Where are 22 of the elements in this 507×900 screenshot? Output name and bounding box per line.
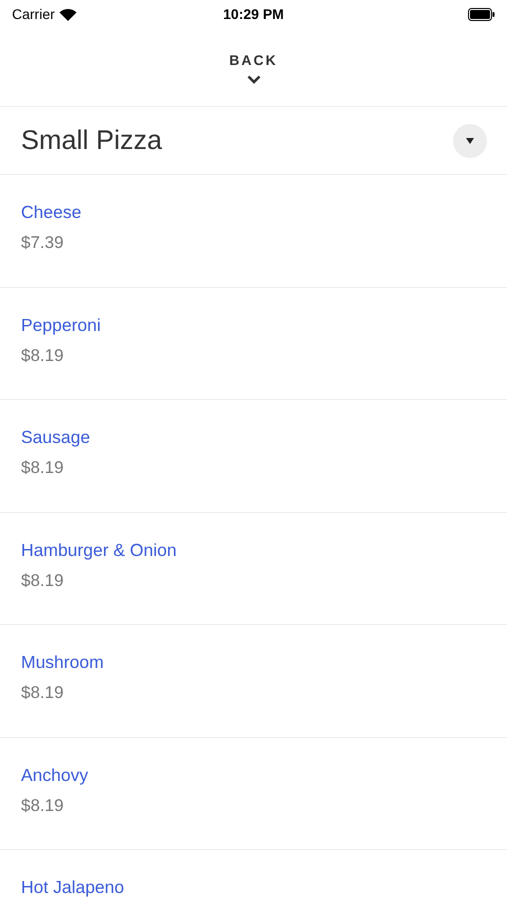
item-price: $8.19 — [21, 570, 65, 592]
item-name[interactable]: Hot Jalapeno — [21, 876, 486, 898]
carrier-label: Carrier — [12, 4, 55, 24]
item-name[interactable]: Hamburger & Onion — [21, 538, 486, 560]
battery-icon — [468, 8, 495, 20]
clock-label: 10:29 PM — [223, 4, 284, 24]
item-price: $8.19 — [21, 457, 65, 479]
item-price: $8.19 — [21, 682, 65, 704]
item-name[interactable]: Pepperoni — [21, 314, 486, 336]
item-name[interactable]: Mushroom — [21, 651, 486, 673]
dropdown-button[interactable] — [453, 124, 487, 158]
item-price: $8.19 — [21, 344, 65, 366]
item-name[interactable]: Anchovy — [21, 764, 486, 786]
item-price: $8.19 — [21, 794, 65, 816]
item-name[interactable]: Sausage — [21, 426, 486, 448]
caret-icon — [466, 138, 474, 144]
item-price: $7.39 — [21, 232, 65, 254]
page-title: Small Pizza — [21, 124, 162, 157]
wifi-icon — [58, 8, 77, 20]
chevron-down-icon — [246, 75, 260, 84]
back-button[interactable]: BACK — [229, 50, 278, 71]
item-name[interactable]: Cheese — [21, 201, 486, 223]
